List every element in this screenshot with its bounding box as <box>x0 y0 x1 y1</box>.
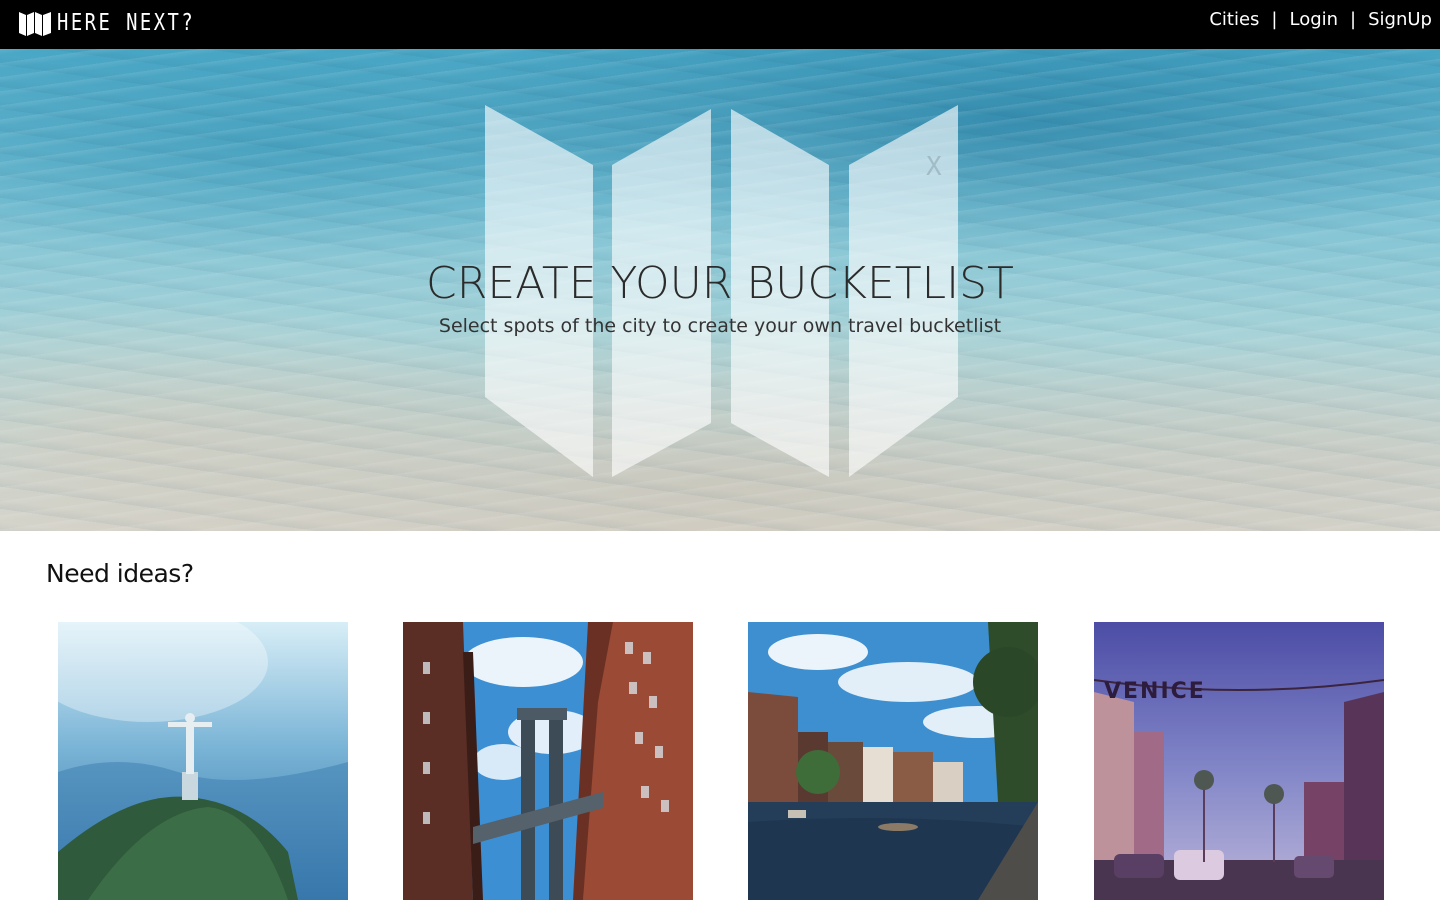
top-navbar: HERE NEXT? Cities | Login | SignUp <box>0 0 1440 49</box>
idea-card-amsterdam[interactable] <box>748 622 1038 900</box>
nav-separator: | <box>1350 9 1357 30</box>
ideas-heading: Need ideas? <box>46 559 194 588</box>
nav-signup-link[interactable]: SignUp <box>1368 8 1432 32</box>
folded-map-icon <box>19 11 51 36</box>
svg-text:X: X <box>926 152 942 182</box>
nav-separator: | <box>1271 9 1278 30</box>
manhattan-bridge-photo <box>403 622 693 900</box>
christ-the-redeemer-photo <box>58 622 348 900</box>
venice-sign-photo: VENICE <box>1094 622 1384 900</box>
hero-subtitle: Select spots of the city to create your … <box>438 315 1002 337</box>
idea-card-venice[interactable]: VENICE <box>1094 622 1384 900</box>
idea-card-newyork[interactable] <box>403 622 693 900</box>
nav-cities-link[interactable]: Cities <box>1209 8 1259 32</box>
hero-title: CREATE YOUR BUCKETLIST <box>426 258 1014 309</box>
idea-card-rio[interactable] <box>58 622 348 900</box>
brand-name: HERE NEXT? <box>57 10 196 36</box>
amsterdam-canal-photo <box>748 622 1038 900</box>
nav-login-link[interactable]: Login <box>1289 8 1338 32</box>
hero-banner: X CREATE YOUR BUCKETLIST Select spots of… <box>0 49 1440 531</box>
brand-logo[interactable]: HERE NEXT? <box>18 9 225 37</box>
main-nav: Cities | Login | SignUp <box>1209 8 1432 32</box>
